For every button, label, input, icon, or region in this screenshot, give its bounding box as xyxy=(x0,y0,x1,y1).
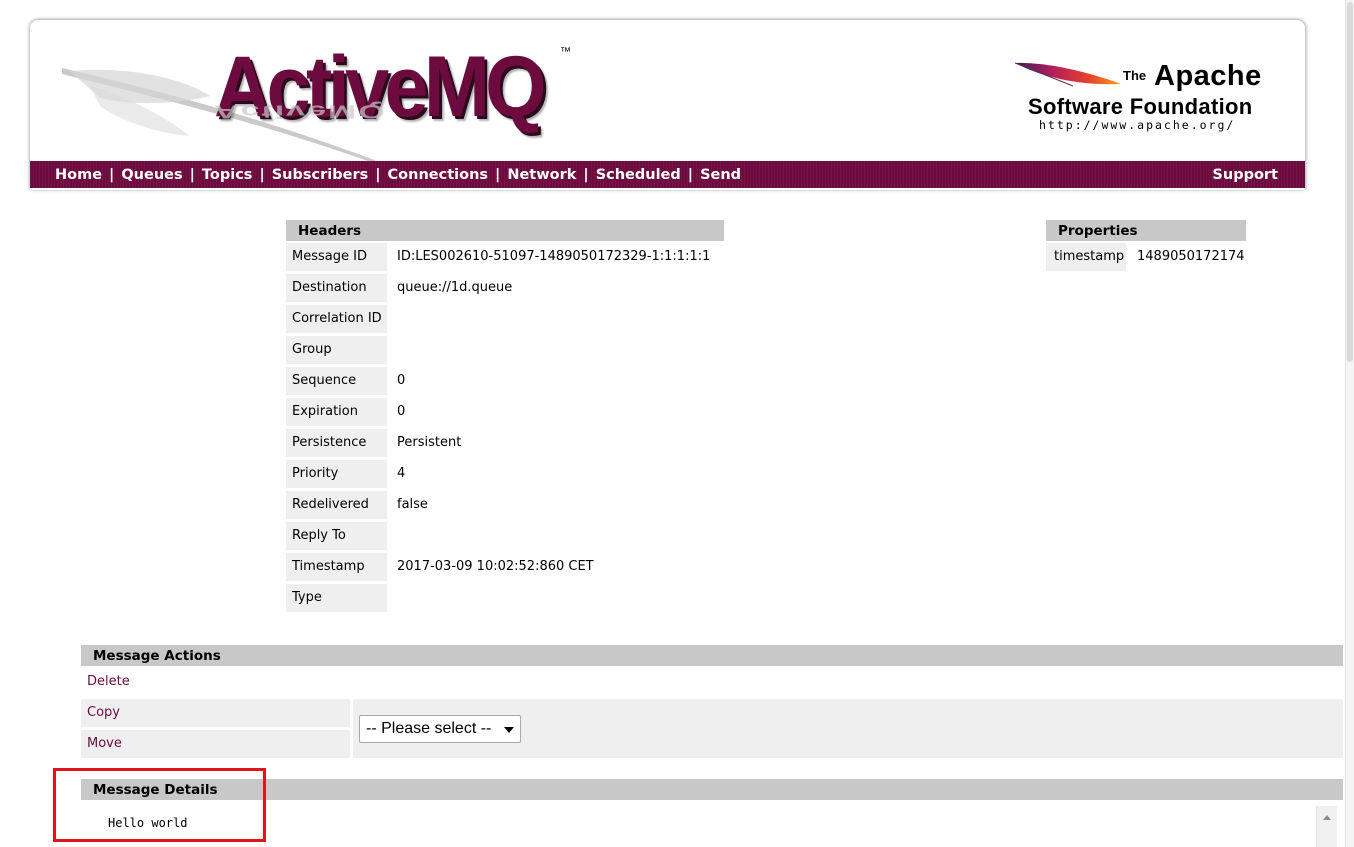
apache-url: http://www.apache.org/ xyxy=(1039,118,1236,132)
apache-the: The xyxy=(1123,68,1147,83)
property-value: 1489050172174 xyxy=(1137,249,1245,264)
move-link[interactable]: Move xyxy=(87,736,122,751)
delete-link[interactable]: Delete xyxy=(87,668,130,696)
nav-separator: | xyxy=(109,166,115,183)
headers-title: Headers xyxy=(286,220,724,241)
nav-network[interactable]: Network xyxy=(507,167,576,183)
trademark: ™ xyxy=(560,46,571,58)
nav-queues[interactable]: Queues xyxy=(121,167,182,183)
header-label: Type xyxy=(286,584,387,612)
header-value: ID:LES002610-51097-1489050172329-1:1:1:1… xyxy=(397,249,711,264)
header-label: Timestamp xyxy=(286,553,387,581)
move-row: Move xyxy=(81,730,350,758)
header-label: Reply To xyxy=(286,522,387,550)
header-label: Destination xyxy=(286,274,387,302)
chevron-down-icon xyxy=(504,727,514,733)
logo-reflection: ActiveMQ xyxy=(214,101,387,122)
copy-row: Copy xyxy=(81,699,350,727)
message-actions-title: Message Actions xyxy=(81,645,1343,666)
property-label: timestamp xyxy=(1046,243,1126,271)
apache-foundation: Software Foundation xyxy=(1028,94,1253,119)
header-label: Redelivered xyxy=(286,491,387,519)
nav-send[interactable]: Send xyxy=(700,167,741,183)
delete-link-text[interactable]: Delete xyxy=(87,674,130,689)
nav-connections[interactable]: Connections xyxy=(388,167,489,183)
destination-select[interactable]: -- Please select -- xyxy=(359,715,521,743)
header-label: Expiration xyxy=(286,398,387,426)
header-value: 0 xyxy=(397,373,406,388)
nav-separator: | xyxy=(495,166,501,183)
header-label: Message ID xyxy=(286,243,387,271)
header-value: 0 xyxy=(397,404,406,419)
nav-separator: | xyxy=(687,166,694,183)
activemq-logo: ActiveMQ ActiveMQ ™ xyxy=(60,26,580,162)
header-value: Persistent xyxy=(397,435,462,450)
nav-topics[interactable]: Topics xyxy=(202,167,253,183)
header-label: Correlation ID xyxy=(286,305,387,333)
header-value: 2017-03-09 10:02:52:860 CET xyxy=(397,559,594,574)
apache-logo: The Apache Software Foundation http://ww… xyxy=(1014,60,1291,140)
main-nav: Home | Queues | Topics | Subscribers | C… xyxy=(30,161,1305,188)
header-label: Group xyxy=(286,336,387,364)
destination-select-value: -- Please select -- xyxy=(366,720,492,737)
nav-separator: | xyxy=(189,166,195,183)
site-header: ActiveMQ ActiveMQ ™ The Apache Software … xyxy=(30,20,1305,190)
scroll-up-icon[interactable] xyxy=(1323,815,1331,820)
nav-separator: | xyxy=(583,166,589,183)
nav-home[interactable]: Home xyxy=(55,167,102,183)
nav-support[interactable]: Support xyxy=(1212,167,1278,183)
message-body-scrollbar[interactable] xyxy=(1316,806,1337,847)
nav-separator: | xyxy=(259,166,265,183)
page-scrollbar[interactable] xyxy=(1345,0,1354,847)
nav-separator: | xyxy=(375,166,381,183)
nav-subscribers[interactable]: Subscribers xyxy=(272,167,369,183)
copy-link[interactable]: Copy xyxy=(87,705,120,720)
page-scrollbar-thumb[interactable] xyxy=(1347,2,1353,362)
highlight-annotation xyxy=(53,768,266,842)
header-label: Sequence xyxy=(286,367,387,395)
header-value: 4 xyxy=(397,466,406,481)
header-value: false xyxy=(397,497,428,512)
apache-name: Apache xyxy=(1154,60,1262,92)
nav-scheduled[interactable]: Scheduled xyxy=(596,167,681,183)
header-label: Persistence xyxy=(286,429,387,457)
header-value: queue://1d.queue xyxy=(397,280,513,295)
properties-title: Properties xyxy=(1046,220,1246,241)
header-label: Priority xyxy=(286,460,387,488)
message-details-title: Message Details xyxy=(81,779,1343,800)
